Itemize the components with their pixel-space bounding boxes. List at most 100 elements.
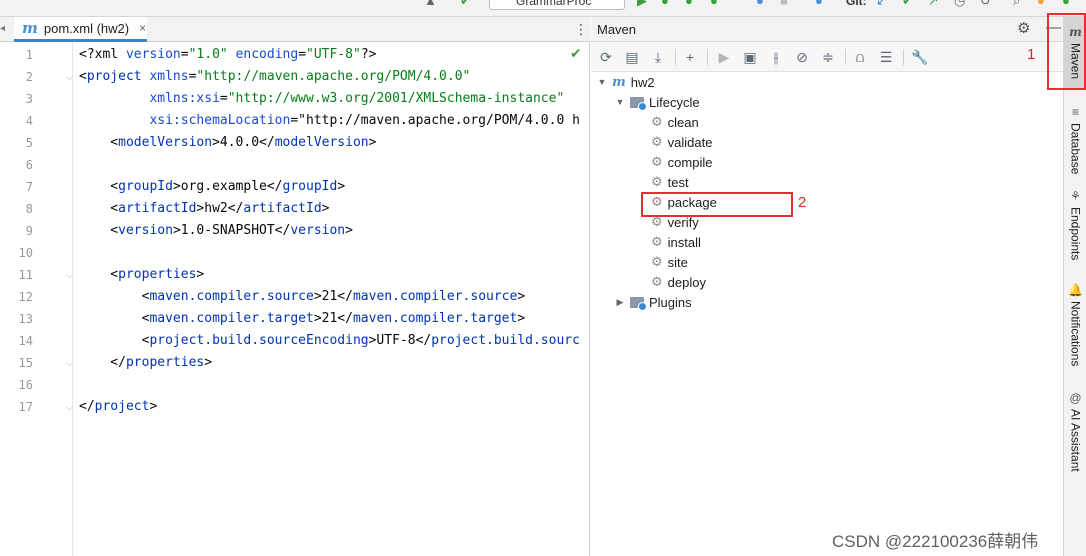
code-line[interactable]: </properties> (79, 355, 212, 370)
lifecycle-phase-compile[interactable]: ⚙ compile (651, 152, 712, 172)
history-icon[interactable]: ◷ (954, 0, 965, 8)
code-line[interactable]: <maven.compiler.target>21</maven.compile… (79, 311, 526, 326)
chevron-down-icon[interactable]: ▼ (615, 97, 625, 107)
stop-icon[interactable]: ■ (780, 0, 788, 8)
git-commit-icon[interactable]: ✔ (902, 0, 913, 8)
tool-tab-database[interactable]: ≡ Database (1064, 97, 1086, 174)
folder-icon (630, 96, 647, 111)
chevron-right-icon[interactable]: ▶ (615, 297, 625, 308)
editor-tab-bar: ◂ m pom.xml (hw2) × ⋮ (0, 17, 590, 42)
lifecycle-phase-clean[interactable]: ⚙ clean (651, 112, 699, 132)
code-line[interactable]: <?xml version="1.0" encoding="UTF-8"?> (79, 47, 376, 62)
rollback-icon[interactable]: ↺ (980, 0, 991, 8)
attach-icon[interactable]: ● (756, 0, 764, 8)
add-icon[interactable]: + (681, 48, 699, 66)
code-line[interactable]: <groupId>org.example</groupId> (79, 179, 345, 194)
code-area[interactable]: <?xml version="1.0" encoding="UTF-8"?> <p… (0, 42, 590, 556)
code-line[interactable]: xmlns:xsi="http://www.w3.org/2001/XMLSch… (79, 91, 564, 106)
phase-label: validate (667, 134, 713, 150)
hammer-icon[interactable]: ✔ (460, 0, 471, 8)
git-push-icon[interactable]: ↗ (928, 0, 939, 8)
gear-icon: ⚙ (651, 174, 663, 189)
tree-label-plugins: Plugins (649, 294, 692, 310)
skip-tests-icon[interactable]: ⊘ (793, 48, 811, 66)
tree-node-lifecycle[interactable]: ▼ Lifecycle (615, 92, 700, 112)
main-toolbar: ▲ ✔ GrammarProc ▶ ● ● ● ● ■ ● Git: ↙ ✔ ↗… (0, 0, 1086, 17)
diagram-icon[interactable]: ⩍ (851, 48, 869, 66)
gear-icon[interactable]: ⚙ (1017, 19, 1030, 37)
code-line[interactable]: <version>1.0-SNAPSHOT</version> (79, 223, 353, 238)
gear-icon: ⚙ (651, 134, 663, 149)
close-icon[interactable]: × (139, 21, 146, 35)
maven-header: Maven ⚙ — (591, 17, 1063, 42)
wrench-icon[interactable]: 🔧 (911, 48, 929, 66)
phase-label: test (667, 174, 689, 190)
maven-tool-window: Maven ⚙ — ⟳ ▤ ⤓ + ▶ ▣ ⫲ ⊘ ≑ ⩍ ☰ 🔧 ▼ m hw… (591, 17, 1063, 556)
toggle-offline-icon[interactable]: ⫲ (767, 48, 785, 66)
plugin-icon[interactable]: ● (1062, 0, 1070, 8)
tree-node-project[interactable]: ▼ m hw2 (597, 72, 655, 92)
gear-icon: ⚙ (651, 114, 663, 129)
run-icon[interactable]: ▶ (715, 48, 733, 66)
maven-toolbar: ⟳ ▤ ⤓ + ▶ ▣ ⫲ ⊘ ≑ ⩍ ☰ 🔧 (591, 42, 1063, 72)
gear-icon: ⚙ (651, 254, 663, 269)
expand-icon[interactable]: ☰ (877, 48, 895, 66)
code-line[interactable]: <maven.compiler.source>21</maven.compile… (79, 289, 526, 304)
search-icon[interactable]: ⌕ (1013, 0, 1020, 8)
tool-tab-notifications[interactable]: 🔔 Notifications (1064, 275, 1086, 366)
lifecycle-phase-site[interactable]: ⚙ site (651, 252, 688, 272)
git-update-icon[interactable]: ↙ (876, 0, 887, 8)
lifecycle-phase-test[interactable]: ⚙ test (651, 172, 689, 192)
annotation-label-2: 2 (798, 194, 807, 211)
editor-pane: ◂ m pom.xml (hw2) × ⋮ 1 2 ⌵ 3 4 5 6 7 8 9 10 11 ⌵ 12 1… (0, 17, 590, 556)
download-icon[interactable]: ⤓ (649, 48, 667, 66)
more-options-icon[interactable]: ⋮ (574, 21, 588, 38)
code-line[interactable]: xsi:schemaLocation="http://maven.apache.… (79, 113, 579, 128)
code-line[interactable]: <artifactId>hw2</artifactId> (79, 201, 329, 216)
tool-tab-label: Notifications (1068, 301, 1083, 367)
tool-tab-ai-assistant[interactable]: @ AI Assistant (1064, 383, 1086, 472)
lifecycle-phase-install[interactable]: ⚙ install (651, 232, 701, 252)
code-line[interactable]: <project.build.sourceEncoding>UTF-8</pro… (79, 333, 580, 348)
project-structure-icon[interactable]: ● (815, 0, 823, 8)
gear-icon: ⚙ (651, 274, 663, 289)
tool-tab-label: Endpoints (1068, 207, 1083, 261)
toolbar-divider (675, 49, 676, 65)
right-tool-strip: m Maven ≡ Database ⚘ Endpoints 🔔 Notifications @… (1063, 17, 1086, 556)
tree-node-plugins[interactable]: ▶ Plugins (615, 292, 692, 312)
highlight-box-1 (1047, 13, 1086, 90)
code-line[interactable]: <modelVersion>4.0.0</modelVersion> (79, 135, 376, 150)
tree-label-project: hw2 (630, 74, 655, 90)
code-line[interactable]: <properties> (79, 267, 204, 282)
code-line[interactable]: </project> (79, 399, 157, 414)
coverage-icon[interactable]: ● (685, 0, 693, 8)
add-folder-icon[interactable]: ▤ (623, 48, 641, 66)
reload-icon[interactable]: ⟳ (597, 48, 615, 66)
tool-tab-endpoints[interactable]: ⚘ Endpoints (1064, 181, 1086, 260)
watermark: CSDN @222100236薛朝伟 (832, 532, 1039, 551)
toolbar-divider (707, 49, 708, 65)
debug-icon[interactable]: ● (661, 0, 669, 8)
lifecycle-phase-deploy[interactable]: ⚙ deploy (651, 272, 706, 292)
user-icon[interactable]: ▲ (424, 0, 437, 8)
database-icon: ≡ (1071, 105, 1079, 119)
tab-pom-xml[interactable]: m pom.xml (hw2) × (14, 17, 147, 42)
chevron-down-icon[interactable]: ▼ (597, 77, 607, 87)
collapse-icon[interactable]: ≑ (819, 48, 837, 66)
notifications-icon: 🔔 (1068, 283, 1083, 297)
toolbar-divider (903, 49, 904, 65)
tab-scroll-left-icon[interactable]: ◂ (0, 23, 5, 34)
gear-icon: ⚙ (651, 154, 663, 169)
inspection-ok-icon[interactable]: ✔ (570, 45, 582, 62)
phase-label: install (667, 234, 701, 250)
lifecycle-phase-validate[interactable]: ⚙ validate (651, 132, 712, 152)
update-icon[interactable]: ● (1037, 0, 1045, 8)
run-config-select[interactable]: GrammarProc (489, 0, 625, 10)
run-icon[interactable]: ▶ (637, 0, 647, 8)
tree-label-lifecycle: Lifecycle (649, 94, 700, 110)
maven-project-icon: m (612, 74, 626, 90)
profile-icon[interactable]: ● (710, 0, 718, 8)
execute-goal-icon[interactable]: ▣ (741, 48, 759, 66)
code-line[interactable]: <project xmlns="http://maven.apache.org/… (79, 69, 470, 84)
run-config-label: GrammarProc (516, 0, 592, 8)
